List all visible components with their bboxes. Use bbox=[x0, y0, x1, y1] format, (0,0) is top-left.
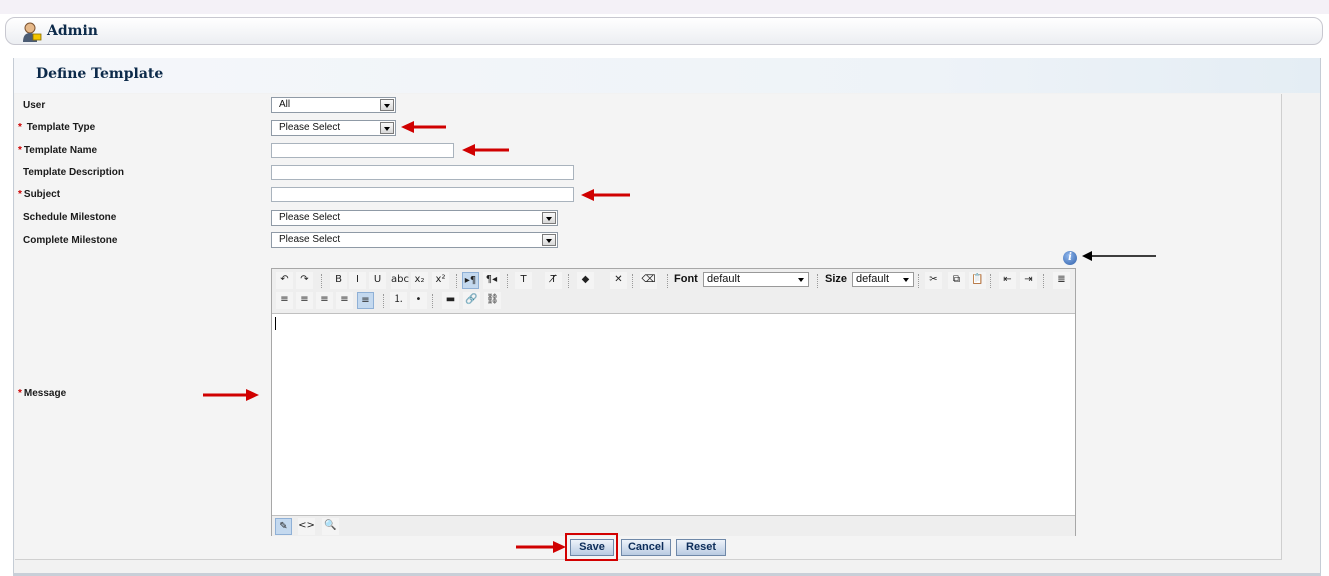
top-strip bbox=[0, 0, 1329, 14]
align-left-icon[interactable]: ≡ bbox=[276, 292, 293, 309]
italic-icon[interactable]: I bbox=[349, 272, 366, 289]
text-caret bbox=[275, 317, 276, 330]
design-mode-icon[interactable]: ✎ bbox=[275, 518, 292, 535]
chevron-down-icon bbox=[542, 234, 556, 246]
undo-icon[interactable]: ↶ bbox=[276, 272, 293, 289]
toolbar-separator bbox=[432, 294, 434, 308]
complete-milestone-label: Complete Milestone bbox=[23, 235, 118, 246]
cut-icon[interactable]: ✂ bbox=[925, 272, 942, 289]
message-content-area[interactable] bbox=[272, 314, 1075, 515]
copy-icon[interactable]: ⧉ bbox=[948, 272, 965, 289]
align-right-icon[interactable]: ≡ bbox=[316, 292, 333, 309]
toolbar-separator bbox=[817, 274, 819, 288]
chevron-down-icon bbox=[380, 122, 394, 134]
annotation-arrow-save bbox=[516, 541, 566, 553]
toolbar-separator bbox=[456, 274, 458, 288]
bold-icon[interactable]: B bbox=[330, 272, 347, 289]
ordered-list-icon[interactable]: ⒈ bbox=[390, 292, 407, 309]
cancel-button[interactable]: Cancel bbox=[621, 539, 671, 556]
rtl-icon[interactable]: ¶◂ bbox=[483, 272, 500, 289]
text-color-icon[interactable]: T bbox=[515, 272, 532, 289]
annotation-arrow-subject bbox=[581, 189, 630, 201]
font-select[interactable]: default bbox=[703, 272, 809, 287]
admin-user-icon bbox=[23, 22, 42, 42]
size-select[interactable]: default bbox=[852, 272, 914, 287]
message-label: * Message bbox=[18, 388, 67, 399]
redo-icon[interactable]: ↷ bbox=[296, 272, 313, 289]
panel-header: Define Template bbox=[14, 58, 1320, 93]
template-name-input[interactable] bbox=[271, 143, 454, 158]
reset-button[interactable]: Reset bbox=[676, 539, 726, 556]
toolbar-separator bbox=[1043, 274, 1045, 288]
paste-icon[interactable]: 📋 bbox=[969, 272, 986, 289]
toolbar-separator bbox=[632, 274, 634, 288]
chevron-down-icon bbox=[380, 99, 394, 111]
toolbar-separator bbox=[918, 274, 920, 288]
save-button[interactable]: Save bbox=[570, 539, 614, 556]
justify-full-icon[interactable]: ≡ bbox=[357, 292, 374, 309]
message-editor[interactable]: ↶ ↷ B I Uabc x₂ x² ▸¶ ¶◂ T T̸ ◆ ✕ ⌫ ✂ ⧉ 📋 ⇤ ⇥ ≣ ≡ ≡ ≡ ≡ ≡ ⒈ • ▬ 🔗 ⛓ … bbox=[271, 268, 1076, 536]
editor-mode-bar: ✎ <> 🔍 bbox=[272, 515, 1075, 536]
user-select[interactable]: All bbox=[271, 97, 396, 113]
admin-header-bar: Admin bbox=[5, 17, 1323, 45]
complete-milestone-select[interactable]: Please Select bbox=[271, 232, 558, 248]
subject-input[interactable] bbox=[271, 187, 574, 202]
preview-icon[interactable]: 🔍 bbox=[322, 518, 339, 535]
insert-link-icon[interactable]: 🔗 bbox=[463, 292, 480, 309]
toolbar-separator bbox=[568, 274, 570, 288]
unordered-list-icon[interactable]: • bbox=[410, 292, 427, 309]
justify-icon[interactable]: ≡ bbox=[336, 292, 353, 309]
horizontal-rule-icon[interactable]: ▬ bbox=[442, 292, 459, 309]
clear-format-icon[interactable]: T̸ bbox=[545, 272, 562, 289]
template-type-label: * Template Type bbox=[18, 122, 96, 133]
toolbar-separator bbox=[383, 294, 385, 308]
user-label: User bbox=[23, 100, 46, 111]
admin-title: Admin bbox=[47, 23, 98, 39]
toolbar-separator bbox=[667, 274, 669, 288]
paragraph-icon[interactable]: ≣ bbox=[1053, 272, 1070, 289]
clear-highlight-icon[interactable]: ✕ bbox=[610, 272, 627, 289]
underline-icon[interactable]: U bbox=[369, 272, 386, 289]
subject-label: * Subject bbox=[18, 189, 61, 200]
chevron-down-icon bbox=[542, 212, 556, 224]
toolbar-separator bbox=[321, 274, 323, 288]
strikethrough-icon[interactable]: abc bbox=[391, 272, 409, 289]
font-label: Font bbox=[674, 273, 698, 285]
subscript-icon[interactable]: x₂ bbox=[411, 272, 428, 289]
remove-link-icon[interactable]: ⛓ bbox=[484, 292, 501, 309]
superscript-icon[interactable]: x² bbox=[432, 272, 449, 289]
size-label: Size bbox=[825, 273, 848, 285]
template-type-select[interactable]: Please Select bbox=[271, 120, 396, 136]
annotation-arrow-black bbox=[1082, 251, 1156, 261]
annotation-arrow-template-type bbox=[401, 121, 446, 133]
indent-icon[interactable]: ⇥ bbox=[1020, 272, 1037, 289]
template-name-label: * Template Name bbox=[18, 145, 98, 156]
editor-toolbar: ↶ ↷ B I Uabc x₂ x² ▸¶ ¶◂ T T̸ ◆ ✕ ⌫ ✂ ⧉ 📋 ⇤ ⇥ ≣ ≡ ≡ ≡ ≡ ≡ ⒈ • ▬ 🔗 ⛓ … bbox=[272, 269, 1075, 314]
highlight-color-icon[interactable]: ◆ bbox=[577, 272, 594, 289]
align-center-icon[interactable]: ≡ bbox=[296, 292, 313, 309]
panel-title: Define Template bbox=[36, 66, 164, 82]
toolbar-separator bbox=[507, 274, 509, 288]
info-icon[interactable]: i bbox=[1063, 251, 1077, 265]
outdent-icon[interactable]: ⇤ bbox=[999, 272, 1016, 289]
annotation-arrow-template-name bbox=[462, 144, 509, 156]
eraser-icon[interactable]: ⌫ bbox=[640, 272, 657, 289]
schedule-milestone-select[interactable]: Please Select bbox=[271, 210, 558, 226]
annotation-arrow-message bbox=[203, 389, 259, 401]
template-description-input[interactable] bbox=[271, 165, 574, 180]
toolbar-separator bbox=[990, 274, 992, 288]
schedule-milestone-label: Schedule Milestone bbox=[23, 212, 117, 223]
ltr-icon[interactable]: ▸¶ bbox=[462, 272, 479, 289]
html-mode-icon[interactable]: <> bbox=[298, 518, 315, 535]
template-description-label: Template Description bbox=[23, 167, 124, 178]
